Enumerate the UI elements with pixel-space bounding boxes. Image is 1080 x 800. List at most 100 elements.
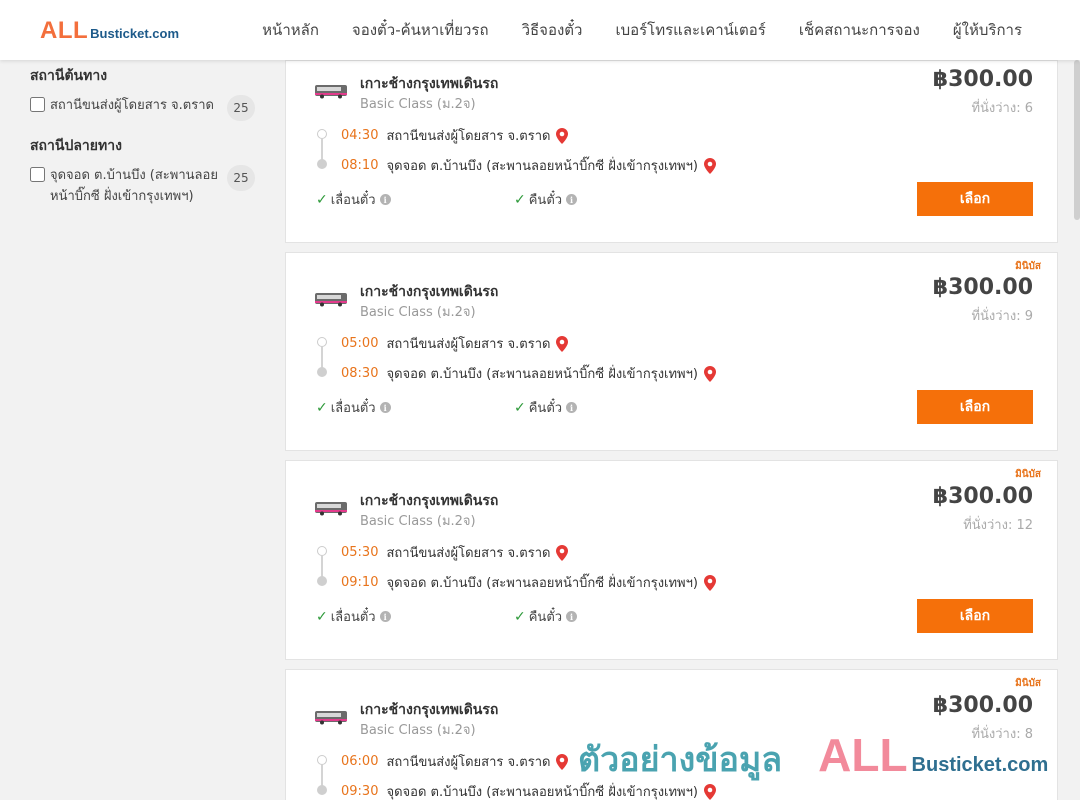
check-icon: ✓ <box>316 191 328 208</box>
bus-logo-icon <box>315 85 347 99</box>
location-pin-icon[interactable] <box>556 335 569 352</box>
trip-price: ฿300.00 <box>932 275 1033 300</box>
refund-ticket-policy: ✓ คืนตั๋ว i <box>514 189 578 210</box>
location-pin-icon[interactable] <box>556 753 569 770</box>
change-ticket-policy: ✓ เลื่อนตั๋ว i <box>316 189 391 210</box>
check-icon: ✓ <box>514 399 526 416</box>
refund-ticket-label: คืนตั๋ว <box>528 401 563 416</box>
departure-stop: 05:30 สถานีขนส่งผู้โดยสาร จ.ตราด <box>341 542 569 563</box>
departure-station: สถานีขนส่งผู้โดยสาร จ.ตราด <box>386 546 551 561</box>
operator-name: เกาะช้างกรุงเทพเดินรถ <box>360 702 499 718</box>
top-header: ALL Busticket.com หน้าหลัก จองตั๋ว-ค้นหา… <box>0 0 1080 60</box>
bus-logo-icon <box>315 293 347 307</box>
arrival-stop: 09:10 จุดจอด ต.บ้านบึง (สะพานลอยหน้าบิ๊ก… <box>341 572 716 593</box>
bus-class: Basic Class (ม.2จ) <box>360 514 476 529</box>
check-icon: ✓ <box>514 191 526 208</box>
destination-count-badge: 25 <box>227 165 255 191</box>
nav-phone-counter[interactable]: เบอร์โทรและเคาน์เตอร์ <box>615 18 765 42</box>
refund-ticket-label: คืนตั๋ว <box>528 193 563 208</box>
nav-home[interactable]: หน้าหลัก <box>262 18 319 42</box>
location-pin-icon[interactable] <box>556 544 569 561</box>
logo-all-text: ALL <box>40 17 89 44</box>
location-pin-icon[interactable] <box>704 365 716 382</box>
arrival-time: 09:30 <box>341 784 379 799</box>
nav-operators[interactable]: ผู้ให้บริการ <box>953 18 1022 42</box>
departure-dot <box>317 546 327 556</box>
destination-filter-group: สถานีปลายทาง จุดจอด ต.บ้านบึง (สะพานลอยห… <box>30 135 255 207</box>
departure-stop: 06:00 สถานีขนส่งผู้โดยสาร จ.ตราด <box>341 751 569 772</box>
origin-checkbox[interactable] <box>30 97 45 112</box>
minibus-badge: มินิบัส <box>1015 261 1041 272</box>
check-icon: ✓ <box>316 608 328 625</box>
nav-how-to-book[interactable]: วิธีจองตั๋ว <box>522 18 583 42</box>
bus-class: Basic Class (ม.2จ) <box>360 723 476 738</box>
location-pin-icon[interactable] <box>704 783 716 800</box>
destination-filter-label[interactable]: จุดจอด ต.บ้านบึง (สะพานลอยหน้าบิ๊กซี ฝั่… <box>50 165 227 207</box>
location-pin-icon[interactable] <box>704 157 716 174</box>
arrival-dot <box>317 576 327 586</box>
change-ticket-label: เลื่อนตั๋ว <box>330 193 376 208</box>
arrival-time: 09:10 <box>341 575 379 590</box>
destination-filter-title: สถานีปลายทาง <box>30 138 122 154</box>
info-icon[interactable]: i <box>566 611 578 622</box>
departure-time: 06:00 <box>341 754 379 769</box>
arrival-station: จุดจอด ต.บ้านบึง (สะพานลอยหน้าบิ๊กซี ฝั่… <box>386 159 698 174</box>
arrival-dot <box>317 159 327 169</box>
select-trip-button[interactable]: เลือก <box>917 599 1033 633</box>
trip-price: ฿300.00 <box>932 67 1033 92</box>
minibus-badge: มินิบัส <box>1015 678 1041 689</box>
arrival-station: จุดจอด ต.บ้านบึง (สะพานลอยหน้าบิ๊กซี ฝั่… <box>386 785 698 800</box>
location-pin-icon[interactable] <box>704 574 716 591</box>
bus-logo-icon <box>315 502 347 516</box>
available-seats: ที่นั่งว่าง: 8 <box>971 727 1033 742</box>
refund-ticket-policy: ✓ คืนตั๋ว i <box>514 397 578 418</box>
departure-stop: 05:00 สถานีขนส่งผู้โดยสาร จ.ตราด <box>341 333 569 354</box>
nav-check-booking[interactable]: เช็คสถานะการจอง <box>799 18 920 42</box>
check-icon: ✓ <box>316 399 328 416</box>
filter-sidebar: สถานีต้นทาง สถานีขนส่งผู้โดยสาร จ.ตราด 2… <box>30 60 255 221</box>
arrival-station: จุดจอด ต.บ้านบึง (สะพานลอยหน้าบิ๊กซี ฝั่… <box>386 576 698 591</box>
arrival-dot <box>317 785 327 795</box>
select-trip-button[interactable]: เลือก <box>917 182 1033 216</box>
info-icon[interactable]: i <box>566 194 578 205</box>
origin-count-badge: 25 <box>227 95 255 121</box>
trip-card: มินิบัส เกาะช้างกรุงเทพเดินรถ Basic Clas… <box>285 252 1058 451</box>
change-ticket-policy: ✓ เลื่อนตั๋ว i <box>316 397 391 418</box>
nav-book-search[interactable]: จองตั๋ว-ค้นหาเที่ยวรถ <box>352 18 489 42</box>
arrival-stop: 09:30 จุดจอด ต.บ้านบึง (สะพานลอยหน้าบิ๊ก… <box>341 781 716 800</box>
info-icon[interactable]: i <box>379 611 391 622</box>
departure-time: 05:00 <box>341 336 379 351</box>
departure-stop: 04:30 สถานีขนส่งผู้โดยสาร จ.ตราด <box>341 125 569 146</box>
trip-card: เกาะช้างกรุงเทพเดินรถ Basic Class (ม.2จ)… <box>285 60 1058 243</box>
operator-name: เกาะช้างกรุงเทพเดินรถ <box>360 493 499 509</box>
info-icon[interactable]: i <box>379 402 391 413</box>
location-pin-icon[interactable] <box>556 127 569 144</box>
info-icon[interactable]: i <box>379 194 391 205</box>
operator-name: เกาะช้างกรุงเทพเดินรถ <box>360 284 499 300</box>
departure-station: สถานีขนส่งผู้โดยสาร จ.ตราด <box>386 337 551 352</box>
bus-class: Basic Class (ม.2จ) <box>360 97 476 112</box>
minibus-badge: มินิบัส <box>1015 469 1041 480</box>
arrival-stop: 08:30 จุดจอด ต.บ้านบึง (สะพานลอยหน้าบิ๊ก… <box>341 363 716 384</box>
site-logo[interactable]: ALL Busticket.com <box>40 17 179 45</box>
origin-filter-title: สถานีต้นทาง <box>30 68 108 84</box>
origin-filter-label[interactable]: สถานีขนส่งผู้โดยสาร จ.ตราด <box>50 95 227 116</box>
origin-filter-option: สถานีขนส่งผู้โดยสาร จ.ตราด 25 <box>30 95 255 121</box>
main-nav: หน้าหลัก จองตั๋ว-ค้นหาเที่ยวรถ วิธีจองตั… <box>229 0 1022 60</box>
arrival-time: 08:30 <box>341 366 379 381</box>
trip-price: ฿300.00 <box>932 693 1033 718</box>
origin-filter-group: สถานีต้นทาง สถานีขนส่งผู้โดยสาร จ.ตราด 2… <box>30 65 255 121</box>
change-ticket-label: เลื่อนตั๋ว <box>330 401 376 416</box>
page-scrollbar[interactable] <box>1074 60 1080 220</box>
info-icon[interactable]: i <box>566 402 578 413</box>
available-seats: ที่นั่งว่าง: 6 <box>971 101 1033 116</box>
select-trip-button[interactable]: เลือก <box>917 390 1033 424</box>
refund-ticket-policy: ✓ คืนตั๋ว i <box>514 606 578 627</box>
departure-dot <box>317 337 327 347</box>
departure-station: สถานีขนส่งผู้โดยสาร จ.ตราด <box>386 755 551 770</box>
trip-card: มินิบัส เกาะช้างกรุงเทพเดินรถ Basic Clas… <box>285 460 1058 660</box>
destination-checkbox[interactable] <box>30 167 45 182</box>
available-seats: ที่นั่งว่าง: 12 <box>963 518 1033 533</box>
bus-class: Basic Class (ม.2จ) <box>360 305 476 320</box>
bus-logo-icon <box>315 711 347 725</box>
